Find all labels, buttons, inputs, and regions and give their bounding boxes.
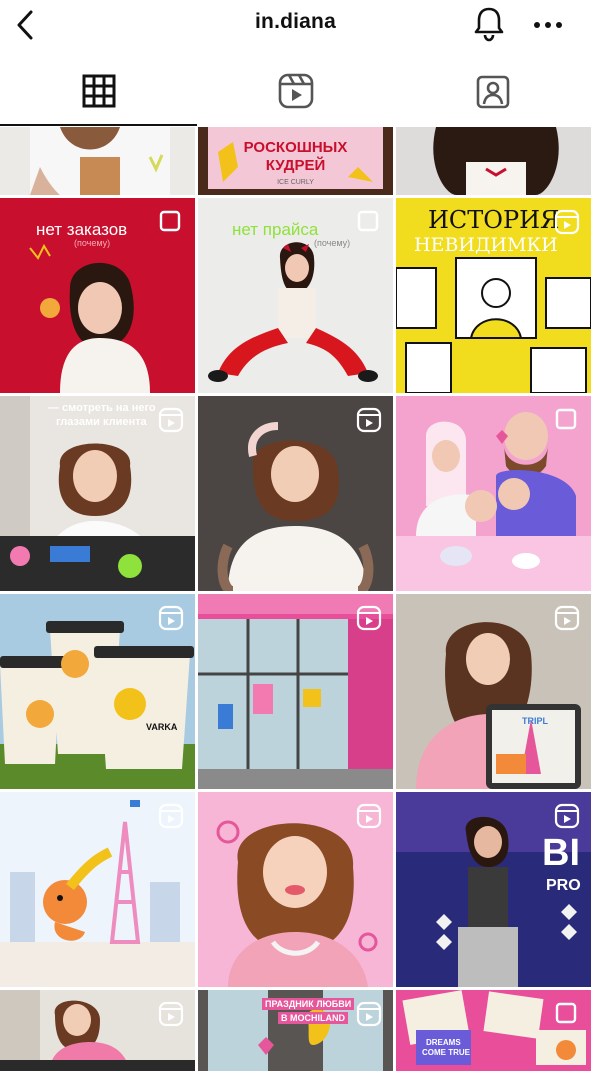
post-tile[interactable] [198, 594, 393, 789]
bell-icon [474, 7, 504, 42]
profile-header: in.diana [0, 0, 591, 50]
profile-tabs [0, 56, 591, 126]
post-text: DREAMS [426, 1038, 461, 1047]
post-text: TRIPL [522, 716, 548, 726]
reel-icon [554, 209, 580, 235]
post-tile[interactable] [0, 990, 195, 1071]
post-thumbnail [0, 127, 195, 195]
post-text: COME TRUE [422, 1048, 470, 1057]
carousel-icon [357, 210, 379, 232]
posts-grid: РОСКОШНЫХ КУДРЕЙ ICE CURLY нет заказов (… [0, 127, 591, 1071]
post-title: ИСТОРИЯ [428, 206, 560, 234]
reel-icon [356, 1001, 382, 1027]
post-tile[interactable] [396, 396, 591, 591]
post-tile[interactable]: BI PRO [396, 792, 591, 987]
post-text: PRO [546, 877, 581, 894]
carousel-icon [555, 1002, 577, 1024]
reel-icon [356, 407, 382, 433]
reel-icon [158, 605, 184, 631]
post-tile[interactable] [198, 792, 393, 987]
reel-icon [356, 605, 382, 631]
post-text: ICE CURLY [277, 179, 314, 186]
tagged-icon [476, 75, 509, 109]
post-tile[interactable]: ИСТОРИЯ НЕВИДИМКИ [396, 198, 591, 393]
more-dots-icon [534, 22, 562, 28]
post-text: BI [542, 832, 580, 874]
post-tile[interactable] [198, 396, 393, 591]
post-tile[interactable]: нет прайса (почему) [198, 198, 393, 393]
post-tile[interactable]: TRIPL [396, 594, 591, 789]
tab-tagged[interactable] [394, 56, 591, 126]
active-tab-indicator [0, 124, 197, 126]
post-tile[interactable]: ПРАЗДНИК ЛЮБВИ В MOCHILAND [198, 990, 393, 1071]
post-text: глазами клиента [56, 416, 147, 428]
reel-icon [158, 407, 184, 433]
more-options-button[interactable] [528, 8, 568, 42]
reels-icon [278, 73, 313, 109]
notifications-button[interactable] [468, 4, 510, 44]
post-thumbnail [396, 127, 591, 195]
reel-icon [356, 803, 382, 829]
post-tile[interactable]: VARKA [0, 594, 195, 789]
post-text: — смотреть на него [48, 402, 156, 414]
post-tile[interactable]: РОСКОШНЫХ КУДРЕЙ ICE CURLY [198, 127, 393, 195]
tab-reels[interactable] [197, 56, 394, 126]
post-text: ПРАЗДНИК ЛЮБВИ [262, 998, 355, 1010]
carousel-icon [159, 210, 181, 232]
post-tile[interactable] [396, 127, 591, 195]
post-title: нет прайса [232, 220, 319, 239]
post-text: В MOCHILAND [278, 1012, 348, 1024]
post-tile[interactable]: — смотреть на него глазами клиента [0, 396, 195, 591]
post-subtitle: (почему) [314, 238, 351, 248]
reel-icon [158, 803, 184, 829]
carousel-icon [555, 408, 577, 430]
post-tile[interactable] [0, 127, 195, 195]
reel-icon [554, 803, 580, 829]
post-tile[interactable]: нет заказов (почему) [0, 198, 195, 393]
tab-posts-grid[interactable] [0, 56, 197, 126]
post-text: КУДРЕЙ [265, 157, 326, 174]
post-tile[interactable]: DREAMS COME TRUE [396, 990, 591, 1071]
post-text: РОСКОШНЫХ [243, 139, 348, 156]
reel-icon [554, 605, 580, 631]
post-text: VARKA [146, 722, 178, 732]
grid-icon [82, 74, 115, 108]
post-title: нет заказов [36, 220, 128, 239]
post-title: НЕВИДИМКИ [414, 234, 558, 256]
post-subtitle: (почему) [74, 238, 111, 248]
post-tile[interactable] [0, 792, 195, 987]
reel-icon [158, 1001, 184, 1027]
